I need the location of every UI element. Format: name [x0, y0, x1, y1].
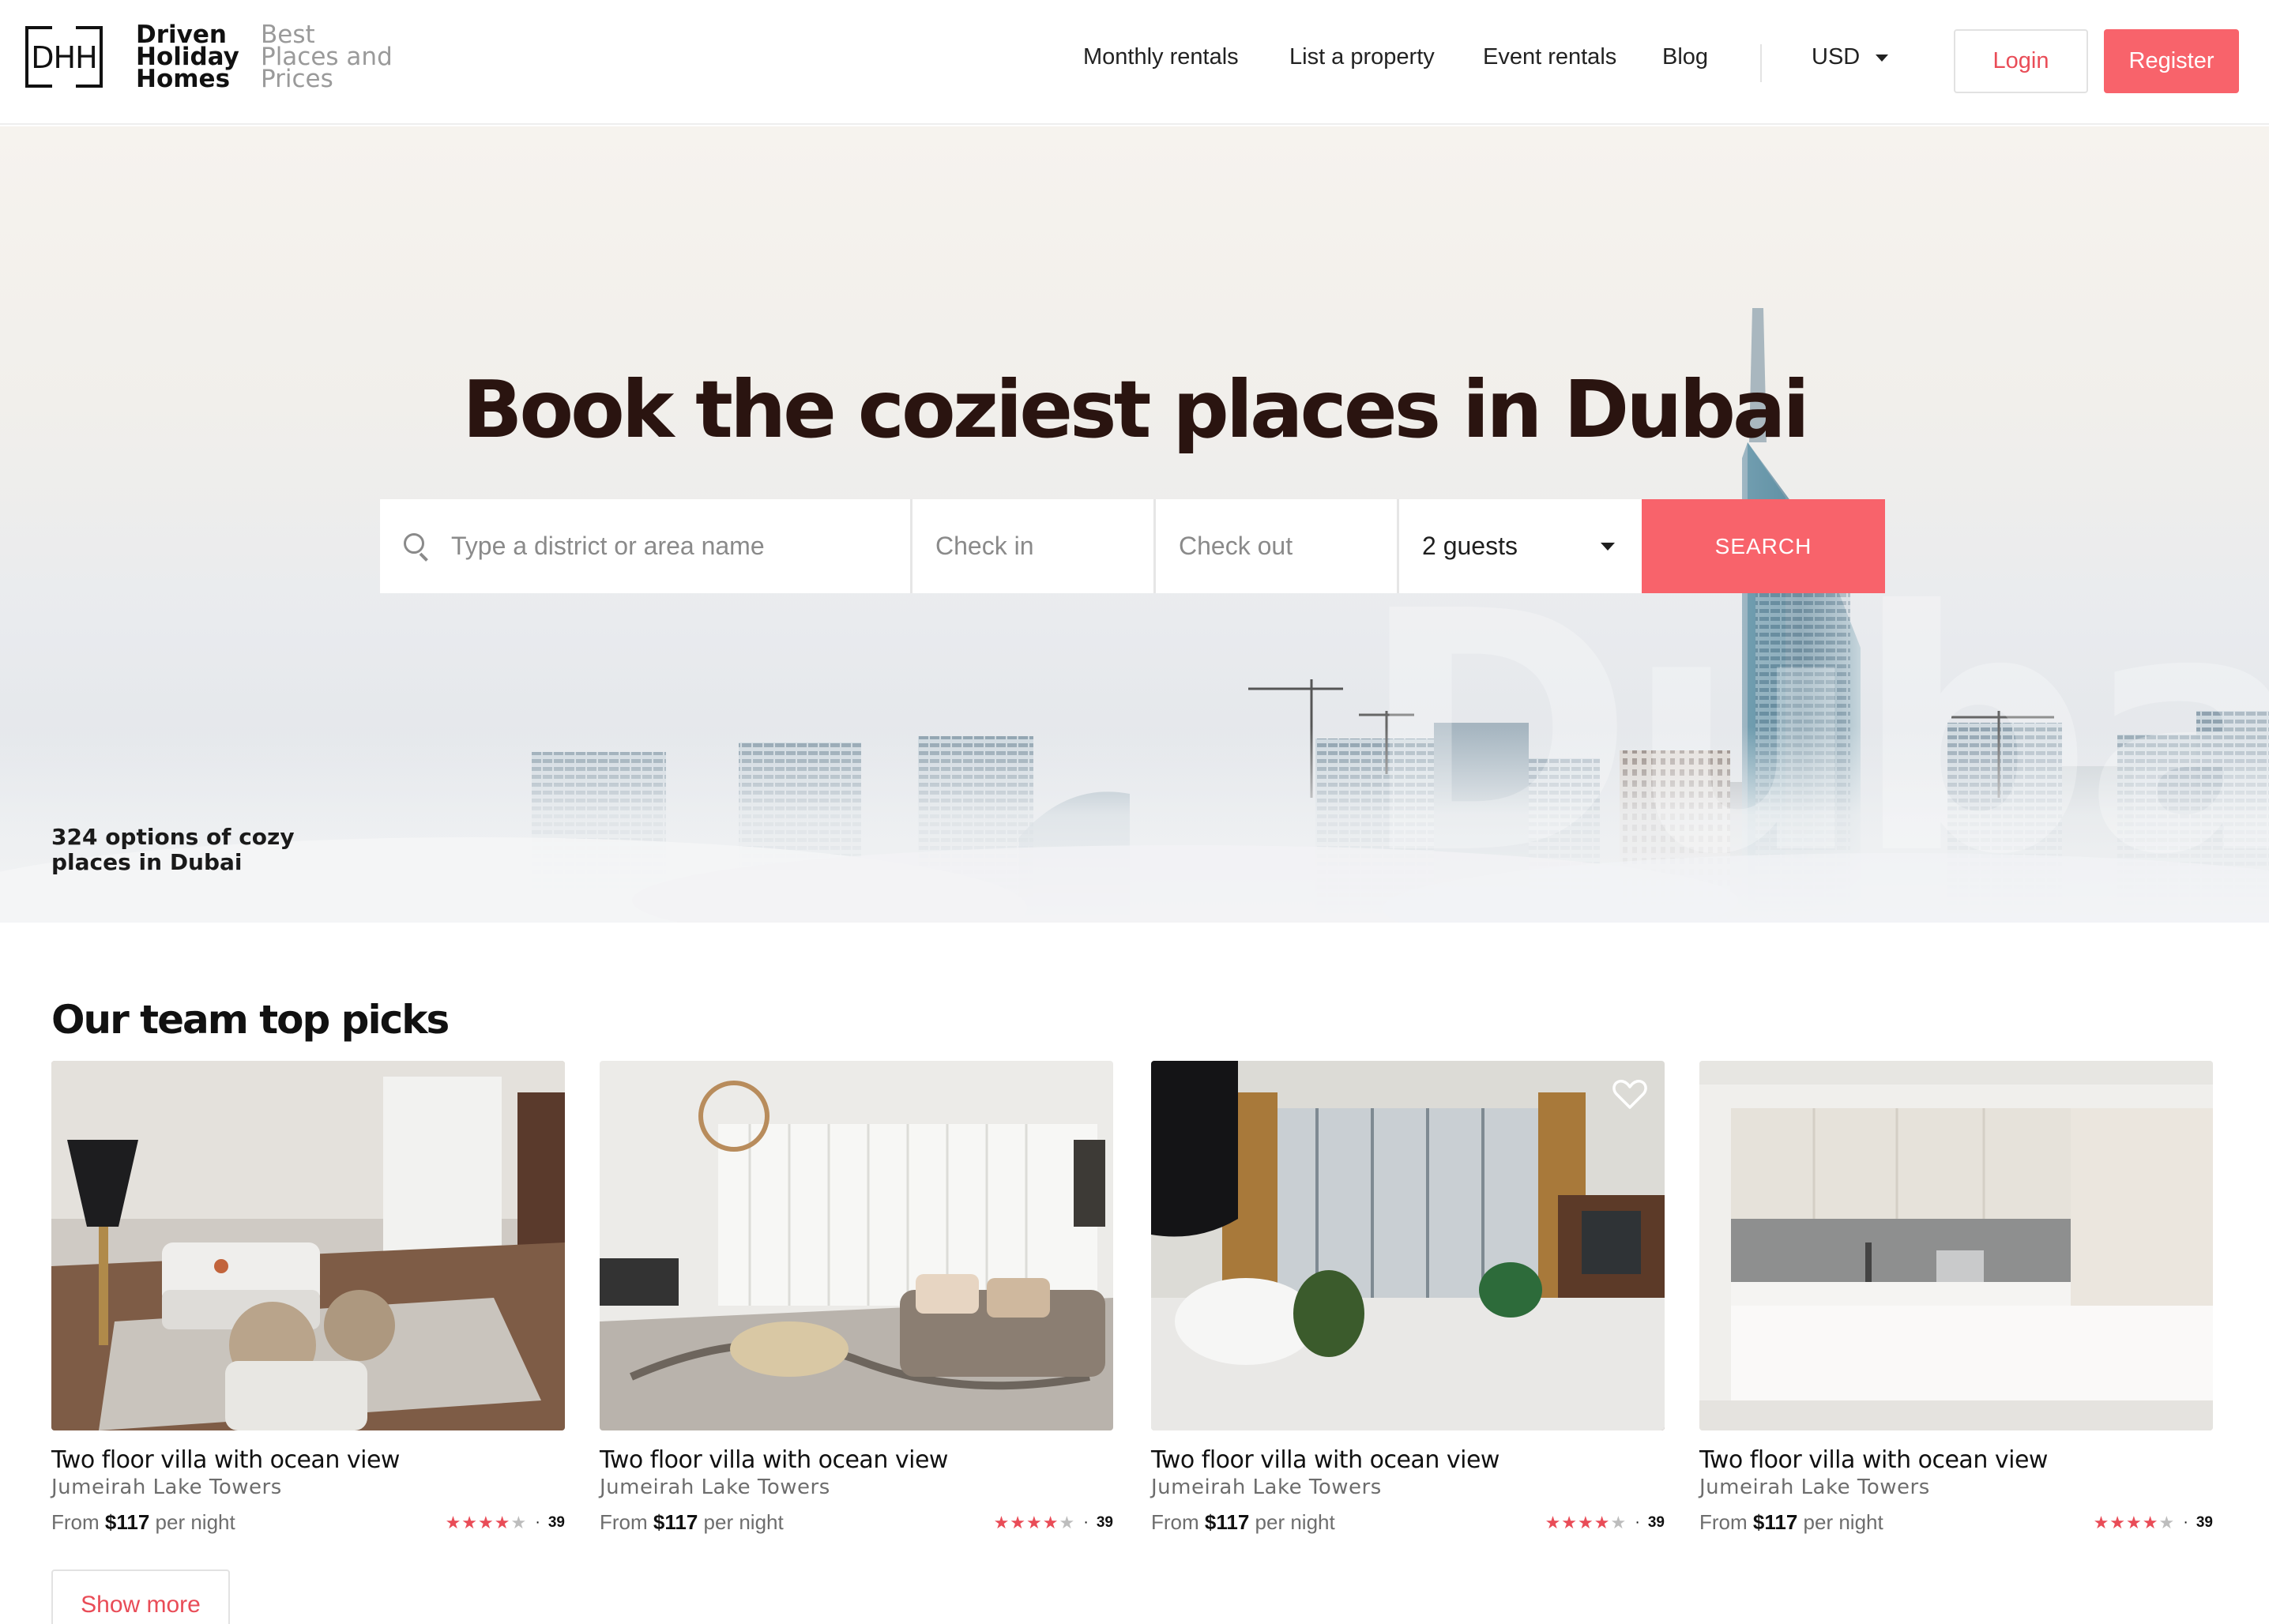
nav-event-rentals[interactable]: Event rentals [1483, 44, 1616, 70]
listing-photo-kitchen[interactable] [1699, 1061, 2213, 1430]
star-rating-icon: ★★★★★ [993, 1512, 1076, 1532]
listing-card[interactable]: Two floor villa with ocean view Jumeirah… [600, 1061, 1113, 1535]
check-in-field[interactable]: Check in [912, 499, 1156, 593]
listing-photo-living-room[interactable] [51, 1061, 565, 1430]
hero-title: Book the coziest places in Dubai [462, 363, 1810, 456]
listing-rating: ★★★★★ · 39 [2093, 1512, 2213, 1532]
location-search-input[interactable]: Type a district or area name [380, 499, 912, 593]
check-in-placeholder: Check in [935, 532, 1034, 560]
guests-select[interactable]: 2 guests [1399, 499, 1642, 593]
nav-blog[interactable]: Blog [1662, 44, 1708, 70]
chevron-down-icon [1876, 55, 1889, 62]
currency-label: USD [1812, 44, 1861, 70]
search-button[interactable]: SEARCH [1642, 499, 1885, 593]
listing-location: Jumeirah Lake Towers [51, 1476, 282, 1499]
listing-card[interactable]: Two floor villa with ocean view Jumeirah… [1151, 1061, 1665, 1535]
login-button[interactable]: Login [1954, 29, 2088, 93]
hero-banner: Dubai Book the coziest places in Dubai T… [0, 126, 2269, 923]
review-count: 39 [1647, 1513, 1665, 1531]
listing-location: Jumeirah Lake Towers [1699, 1476, 1930, 1499]
listing-rating: ★★★★★ · 39 [445, 1512, 565, 1532]
favorite-heart-icon[interactable] [1612, 1078, 1647, 1110]
listing-rating: ★★★★★ · 39 [1545, 1512, 1665, 1532]
listing-location: Jumeirah Lake Towers [1151, 1476, 1382, 1499]
star-rating-icon: ★★★★★ [1545, 1512, 1627, 1532]
listing-location: Jumeirah Lake Towers [600, 1476, 830, 1499]
listing-photo-bedroom[interactable] [1151, 1061, 1665, 1430]
listing-price: From $117 per night [1699, 1510, 1883, 1534]
search-bar: Type a district or area name Check in Ch… [380, 499, 1885, 593]
hero-watermark: Dubai [1359, 541, 2269, 923]
listing-title[interactable]: Two floor villa with ocean view [1699, 1446, 2213, 1474]
nav-divider [1760, 44, 1762, 82]
check-out-placeholder: Check out [1179, 532, 1293, 560]
register-button[interactable]: Register [2104, 29, 2239, 93]
currency-selector[interactable]: USD [1812, 44, 1889, 70]
listing-title[interactable]: Two floor villa with ocean view [1151, 1446, 1665, 1474]
listing-price: From $117 per night [51, 1510, 235, 1534]
listing-card[interactable]: Two floor villa with ocean view Jumeirah… [1699, 1061, 2213, 1535]
logo-mark-icon: DHH [25, 26, 103, 88]
brand-name: Driven Holiday Homes [136, 21, 239, 93]
check-out-field[interactable]: Check out [1156, 499, 1399, 593]
review-count: 39 [2196, 1513, 2213, 1531]
nav-monthly-rentals[interactable]: Monthly rentals [1083, 44, 1239, 70]
review-count: 39 [547, 1513, 565, 1531]
search-icon [404, 532, 431, 562]
brand-tagline: Best Places and Prices [261, 21, 393, 93]
listing-price: From $117 per night [1151, 1510, 1335, 1534]
section-title: Our team top picks [51, 997, 450, 1043]
listing-rating: ★★★★★ · 39 [993, 1512, 1113, 1532]
site-header: DHH Driven Holiday Homes Best Places and… [0, 0, 2269, 125]
nav-list-property[interactable]: List a property [1289, 44, 1435, 70]
guests-value: 2 guests [1422, 532, 1518, 560]
listing-card[interactable]: Two floor villa with ocean view Jumeirah… [51, 1061, 565, 1535]
star-rating-icon: ★★★★★ [2093, 1512, 2176, 1532]
location-placeholder: Type a district or area name [451, 532, 765, 560]
listing-title[interactable]: Two floor villa with ocean view [51, 1446, 565, 1474]
listing-title[interactable]: Two floor villa with ocean view [600, 1446, 1113, 1474]
options-count: 324 options of cozy places in Dubai [51, 824, 295, 875]
brand-logo[interactable]: DHH Driven Holiday Homes Best Places and… [25, 21, 411, 93]
chevron-down-icon [1601, 542, 1615, 551]
show-more-button[interactable]: Show more [51, 1569, 230, 1624]
star-rating-icon: ★★★★★ [445, 1512, 528, 1532]
review-count: 39 [1096, 1513, 1113, 1531]
listing-photo-lounge[interactable] [600, 1061, 1113, 1430]
listing-price: From $117 per night [600, 1510, 784, 1534]
